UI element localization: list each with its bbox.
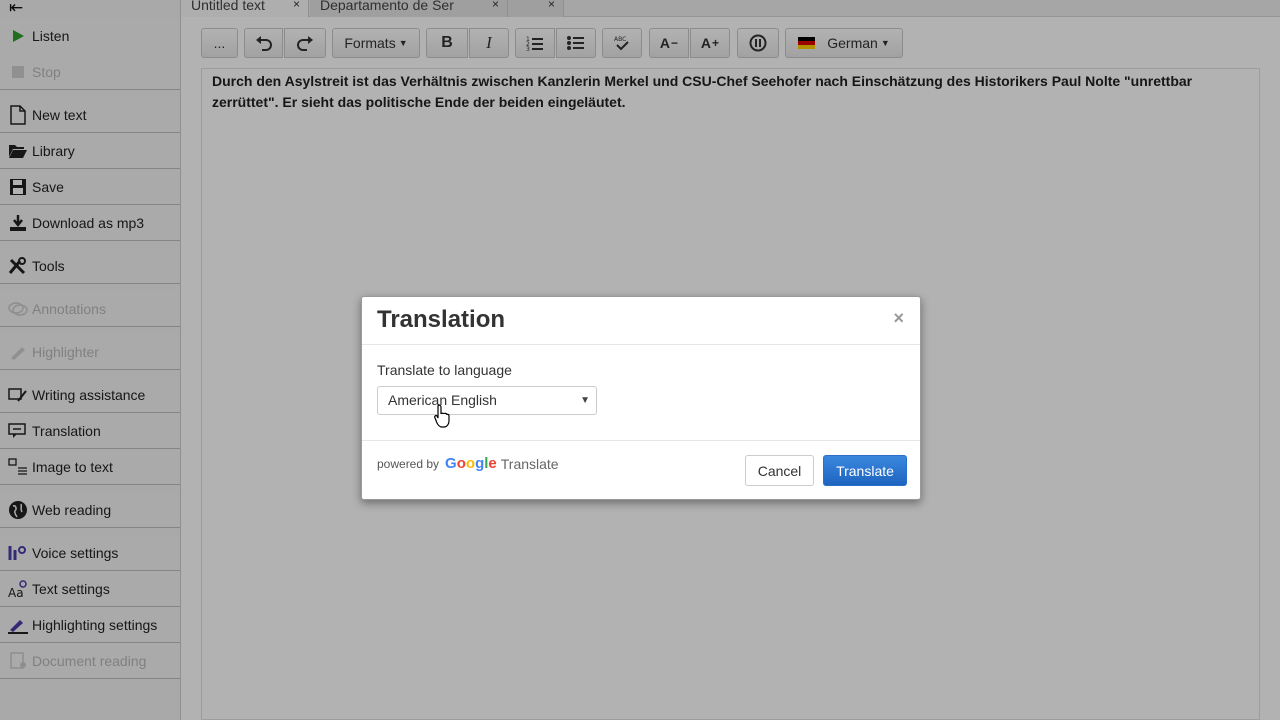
target-language-select[interactable]: American English ▼ [377,386,597,415]
google-translate-word: Translate [500,455,559,472]
google-logo: Google [445,455,497,472]
dialog-footer: powered by Google Translate Cancel Trans… [362,441,920,499]
powered-by-text: powered by [377,456,440,471]
dialog-title: Translation [377,306,506,333]
chevron-down-icon: ▼ [580,395,590,406]
translation-dialog: Translation × Translate to language Amer… [361,296,921,500]
powered-by-google: powered by Google Translate [377,455,559,472]
translate-language-label: Translate to language [377,362,512,378]
cancel-button[interactable]: Cancel [745,455,814,486]
translate-button[interactable]: Translate [823,455,907,486]
close-icon[interactable]: × [893,308,904,329]
dialog-header: Translation × [362,297,920,345]
hand-pointer-icon [434,404,450,428]
